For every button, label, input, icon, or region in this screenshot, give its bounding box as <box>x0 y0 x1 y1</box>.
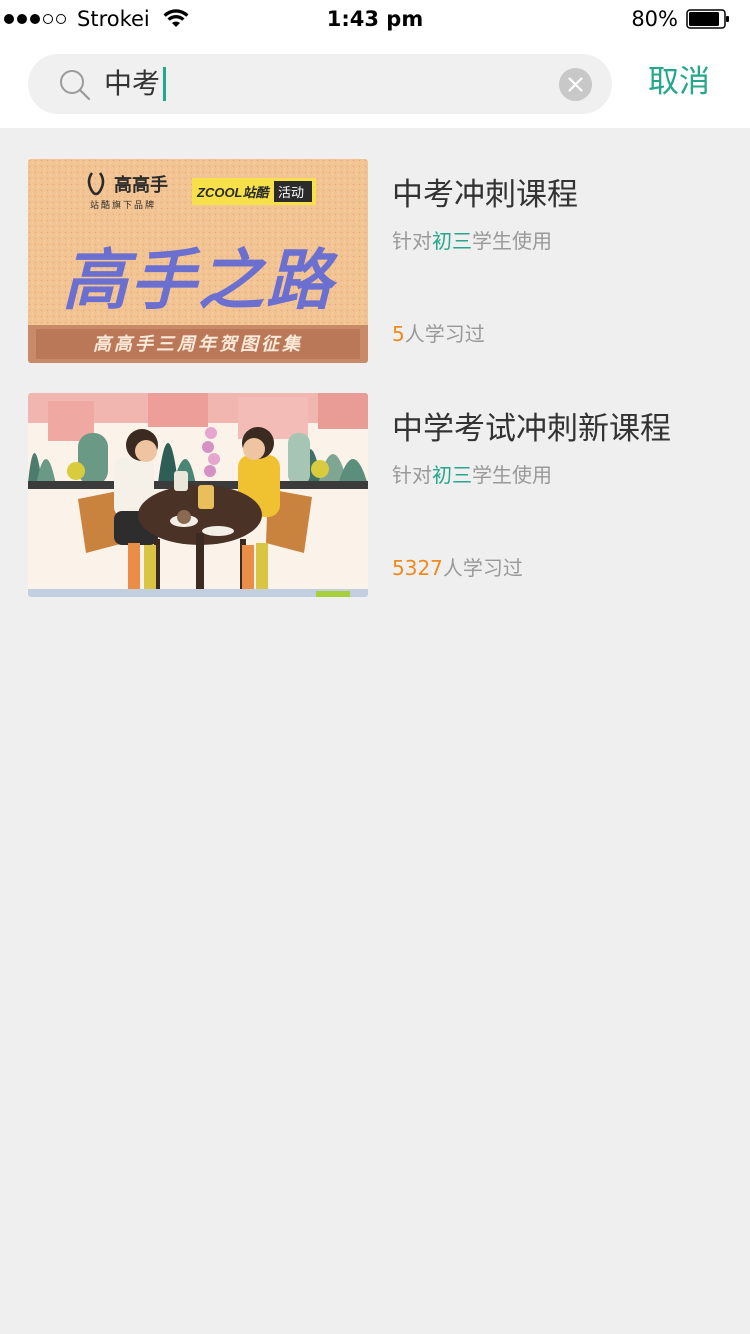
zcool-logo: ZCOOL站酷 <box>196 185 270 200</box>
learned-count: 5人学习过 <box>392 320 485 348</box>
audience-prefix: 针对 <box>392 229 432 253</box>
search-query-text: 中考 <box>104 67 161 100</box>
list-item[interactable]: 中学考试冲刺新课程 针对初三学生使用 5327人学习过 <box>0 393 750 597</box>
status-bar: Strokei 1:43 pm 80% <box>0 0 750 40</box>
learned-number: 5327 <box>392 556 443 580</box>
brand-name: 高高手 <box>114 174 168 195</box>
activity-badge: 活动 <box>278 185 304 200</box>
search-input[interactable]: 中考 <box>28 54 612 114</box>
banner-subtitle: 高高手三周年贺图征集 <box>93 334 303 354</box>
course-thumbnail[interactable] <box>28 393 368 597</box>
text-cursor <box>163 67 167 101</box>
learned-count: 5327人学习过 <box>392 554 523 582</box>
promo-banner-image: 高高手 站酷旗下品牌 ZCOOL站酷 活动 高手之路 高高手三周年贺图征集 <box>28 159 368 363</box>
list-item[interactable]: 高高手 站酷旗下品牌 ZCOOL站酷 活动 高手之路 高高手三周年贺图征集 中考… <box>0 159 750 363</box>
search-query[interactable]: 中考 <box>104 66 167 102</box>
battery-icon <box>686 9 729 29</box>
course-title[interactable]: 中学考试冲刺新课程 <box>392 409 671 449</box>
learned-suffix: 人学习过 <box>442 556 523 580</box>
audience-suffix: 学生使用 <box>472 463 552 487</box>
learned-suffix: 人学习过 <box>404 322 485 346</box>
course-title[interactable]: 中考冲刺课程 <box>392 175 578 215</box>
audience-grade: 初三 <box>432 229 472 253</box>
course-thumbnail[interactable]: 高高手 站酷旗下品牌 ZCOOL站酷 活动 高手之路 高高手三周年贺图征集 <box>28 159 368 363</box>
course-audience: 针对初三学生使用 <box>392 461 552 489</box>
audience-grade: 初三 <box>432 463 472 487</box>
audience-prefix: 针对 <box>392 463 432 487</box>
clear-icon[interactable] <box>559 68 592 101</box>
battery-status: 80% <box>631 7 730 31</box>
couple-cafe-illustration <box>28 393 368 597</box>
audience-suffix: 学生使用 <box>472 229 552 253</box>
learned-number: 5 <box>392 322 405 346</box>
banner-headline: 高手之路 <box>62 243 339 317</box>
battery-percent: 80% <box>631 7 678 31</box>
search-header: 中考 取消 <box>0 40 750 128</box>
brand-subtitle: 站酷旗下品牌 <box>90 199 156 210</box>
cancel-button[interactable]: 取消 <box>648 62 710 102</box>
search-icon <box>60 70 91 101</box>
course-audience: 针对初三学生使用 <box>392 227 552 255</box>
